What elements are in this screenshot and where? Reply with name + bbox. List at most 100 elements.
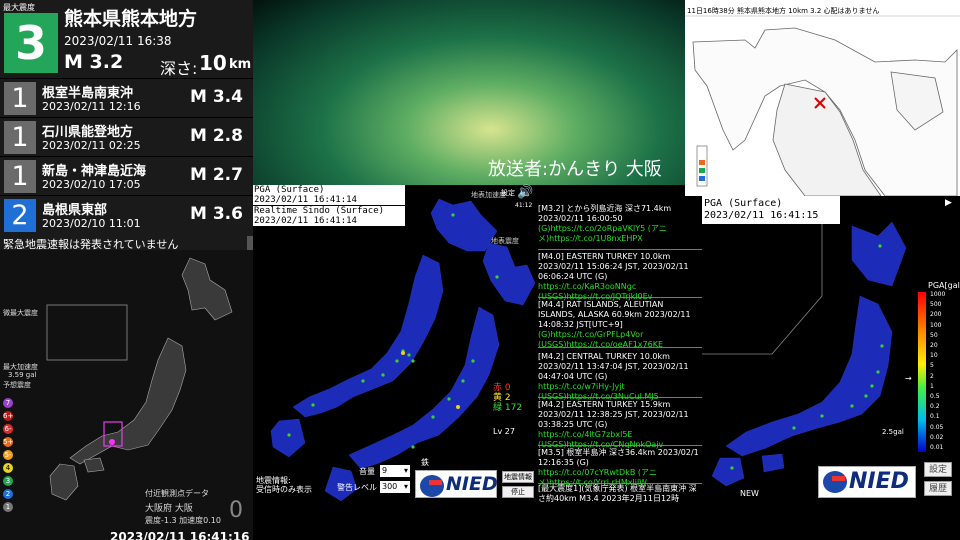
alert-level-select[interactable]: 300 ▾ [380, 481, 410, 493]
pga-scale-tick: 0.02 [930, 433, 944, 441]
latest-datetime: 2023/02/11 16:38 [64, 34, 172, 48]
pga-right-time: 2023/02/11 16:41:15 [704, 210, 819, 221]
nied-emblem-icon [420, 475, 444, 497]
news-item[interactable]: [M4.2] EASTERN TURKEY 15.9km 2023/02/11 … [538, 400, 702, 449]
pga-time: 2023/02/11 16:41:14 [254, 195, 357, 205]
history-intensity-badge: 1 [4, 82, 36, 115]
latest-quake-card[interactable]: 最大震度 3 熊本県熊本地方 2023/02/11 16:38 M 3.2 深さ… [0, 0, 253, 78]
latest-epicenter: 熊本県熊本地方 [64, 8, 198, 30]
pga-scale-tick: 0.5 [930, 393, 940, 400]
scale-4-dot: 4 [3, 463, 13, 473]
history-row[interactable]: 2 島根県東部 2023/02/10 11:01 M 3.6 [0, 195, 253, 233]
epicenter-detail-map[interactable]: 11日16時38分 熊本県熊本地方 10km 3.2 心配はありません [685, 0, 960, 196]
scale-1-dot: 1 [3, 502, 13, 512]
nied-text: NIED [849, 469, 909, 494]
station-readings: 震度-1.3 加速度0.10 [145, 515, 221, 526]
news-headline: [M4.2] CENTRAL TURKEY 10.0km [538, 352, 670, 361]
history-row[interactable]: 1 石川県能登地方 2023/02/11 02:25 M 2.8 [0, 117, 253, 155]
history-epicenter: 根室半島南東沖 [42, 86, 134, 101]
alert-level-label: 警告レベル [337, 483, 377, 492]
quake-info-button[interactable]: 地震情報 [502, 471, 534, 483]
chevron-down-icon: ▾ [403, 466, 408, 475]
pga-scale-tick: 2 [930, 372, 934, 380]
history-epicenter: 島根県東部 [42, 203, 108, 218]
scale-6minus-dot: 6- [3, 424, 13, 434]
history-datetime: 2023/02/10 11:01 [42, 217, 141, 230]
history-intensity-badge: 2 [4, 199, 36, 232]
latest-intensity-badge: 3 [4, 13, 58, 73]
nearby-station-data: 付近観測点データ 大阪府 大阪 震度-1.3 加速度0.10 0 [145, 488, 243, 526]
news-headline: [M3.2] とから列島近海 深さ71.4km [538, 204, 672, 213]
news-item[interactable]: [最大震度1](気象庁発表) 根室半島南東沖 深さ約40km M3.4 2023… [538, 484, 702, 508]
surface-intensity-tag: 地表震度 [491, 237, 519, 245]
history-magnitude: M 2.7 [190, 165, 243, 185]
news-item[interactable]: [M4.4] RAT ISLANDS, ALEUTIAN ISLANDS, AL… [538, 300, 702, 350]
pga-scale-tick: 100 [930, 321, 942, 329]
news-headline: [最大震度1](気象庁発表) 根室半島南東沖 深さ約40km M3.4 2023… [538, 484, 697, 503]
history-button[interactable]: 履歴 [924, 481, 952, 496]
news-link[interactable]: (G)https://t.co/GrPFLp4Vor (USGS)https:/… [538, 330, 702, 350]
news-item[interactable]: [M3.5] 根室半島沖 深さ36.4km 2023/02/1 12:16:35… [538, 448, 702, 487]
news-link[interactable]: (G)https://t.co/2oRpaVKlY5 (アニメ)https://… [538, 224, 702, 244]
news-item[interactable]: [M4.2] CENTRAL TURKEY 10.0km 2023/02/11 … [538, 352, 702, 401]
news-headline: [M4.4] RAT ISLANDS, ALEUTIAN ISLANDS, AL… [538, 300, 691, 319]
pga-scale-tick: 1 [930, 382, 934, 390]
max-acceleration-value: 3.59 gal [8, 371, 37, 379]
pga-scale-tick: 0.1 [930, 413, 940, 421]
quake-list-panel: 最大震度 3 熊本県熊本地方 2023/02/11 16:38 M 3.2 深さ… [0, 0, 253, 540]
new-label: NEW [740, 489, 759, 498]
history-magnitude: M 2.8 [190, 126, 243, 146]
history-epicenter: 新島・神津島近海 [42, 164, 147, 179]
news-body: 2023/02/11 13:47:04 JST, 2023/02/11 04:4… [538, 362, 689, 381]
news-link[interactable]: https://t.co/w7iHy-Jyjt (USGS)https://t.… [538, 382, 702, 402]
news-body: 2023/02/11 15:06:24 JST, 2023/02/11 06:0… [538, 262, 689, 281]
pga-scale-tick: 200 [930, 311, 942, 319]
volume-label: 音量 [359, 467, 375, 476]
history-epicenter: 石川県能登地方 [42, 125, 134, 140]
nied-logo: NIED [415, 470, 498, 498]
sindo-time: 2023/02/11 16:41:14 [254, 216, 357, 226]
news-link[interactable]: https://t.co/KaR3ooNNgc (USGS)https://t.… [538, 282, 702, 302]
nied-text: NIED [446, 473, 498, 495]
pga-scale-tick: 10 [930, 352, 938, 360]
news-headline: [M4.2] EASTERN TURKEY 15.9km [538, 400, 671, 409]
station-counts: 赤 0 黄 2 緑 172 [493, 383, 522, 413]
station-title: 付近観測点データ [145, 489, 209, 498]
pga-scale-tick: 1000 [930, 291, 946, 298]
alert-level-value: 300 [382, 482, 398, 491]
news-item[interactable]: [M4.0] EASTERN TURKEY 10.0km 2023/02/11 … [538, 252, 702, 301]
pga-scale-tick: 0.01 [930, 444, 944, 451]
realtime-shaking-panel: PGA (Surface) 2023/02/11 16:41:14 Realti… [253, 185, 538, 540]
volume-value: 9 [382, 466, 388, 475]
stop-button[interactable]: 停止 [502, 486, 534, 498]
settings-button[interactable]: 設定 [924, 462, 952, 477]
count-red: 赤 0 [493, 383, 511, 393]
pga-title: PGA (Surface) [254, 185, 325, 195]
station-int-value: -1.3 [161, 516, 177, 525]
settings-label[interactable]: 設定 [501, 188, 515, 198]
scale-7-dot: 7 [3, 398, 13, 408]
pga-info-box: PGA (Surface) 2023/02/11 16:41:14 [253, 185, 405, 205]
play-icon[interactable]: ▶ [945, 198, 952, 208]
pga-scale-tick: 50 [930, 331, 938, 339]
volume-select[interactable]: 9 ▾ [380, 465, 410, 477]
latest-magnitude: M 3.2 [64, 51, 124, 73]
station-acc-value: 0.10 [203, 516, 221, 525]
scale-2-dot: 2 [3, 489, 13, 499]
small-clock: 41:12 [515, 202, 533, 209]
scale-5plus-dot: 5+ [3, 437, 14, 447]
history-row[interactable]: 1 新島・神津島近海 2023/02/10 17:05 M 2.7 [0, 156, 253, 194]
pga-map-panel[interactable]: PGA (Surface) 2023/02/11 16:41:15 ▶ PGA[… [702, 196, 960, 540]
news-feed[interactable]: [M3.2] とから列島近海 深さ71.4km 2023/02/11 16:00… [538, 196, 702, 540]
speaker-icon[interactable]: 🔊 [517, 185, 533, 200]
sindo-title: Realtime Sindo (Surface) [254, 206, 385, 216]
news-link[interactable]: https://t.co/4ltG7zbxl5E (USGS)https://t… [538, 430, 702, 450]
history-row[interactable]: 1 根室半島南東沖 2023/02/11 12:16 M 3.4 [0, 78, 253, 116]
top-mark: 鉄 [421, 458, 429, 467]
news-headline: [M4.0] EASTERN TURKEY 10.0km [538, 252, 671, 261]
depth-label: 深さ: [160, 59, 198, 78]
news-item[interactable]: [M3.2] とから列島近海 深さ71.4km 2023/02/11 16:00… [538, 204, 702, 250]
scale-3-dot: 3 [3, 476, 13, 486]
kyushu-outline-map [685, 15, 960, 196]
news-body: 2023/02/11 16:00:50 [538, 214, 623, 223]
